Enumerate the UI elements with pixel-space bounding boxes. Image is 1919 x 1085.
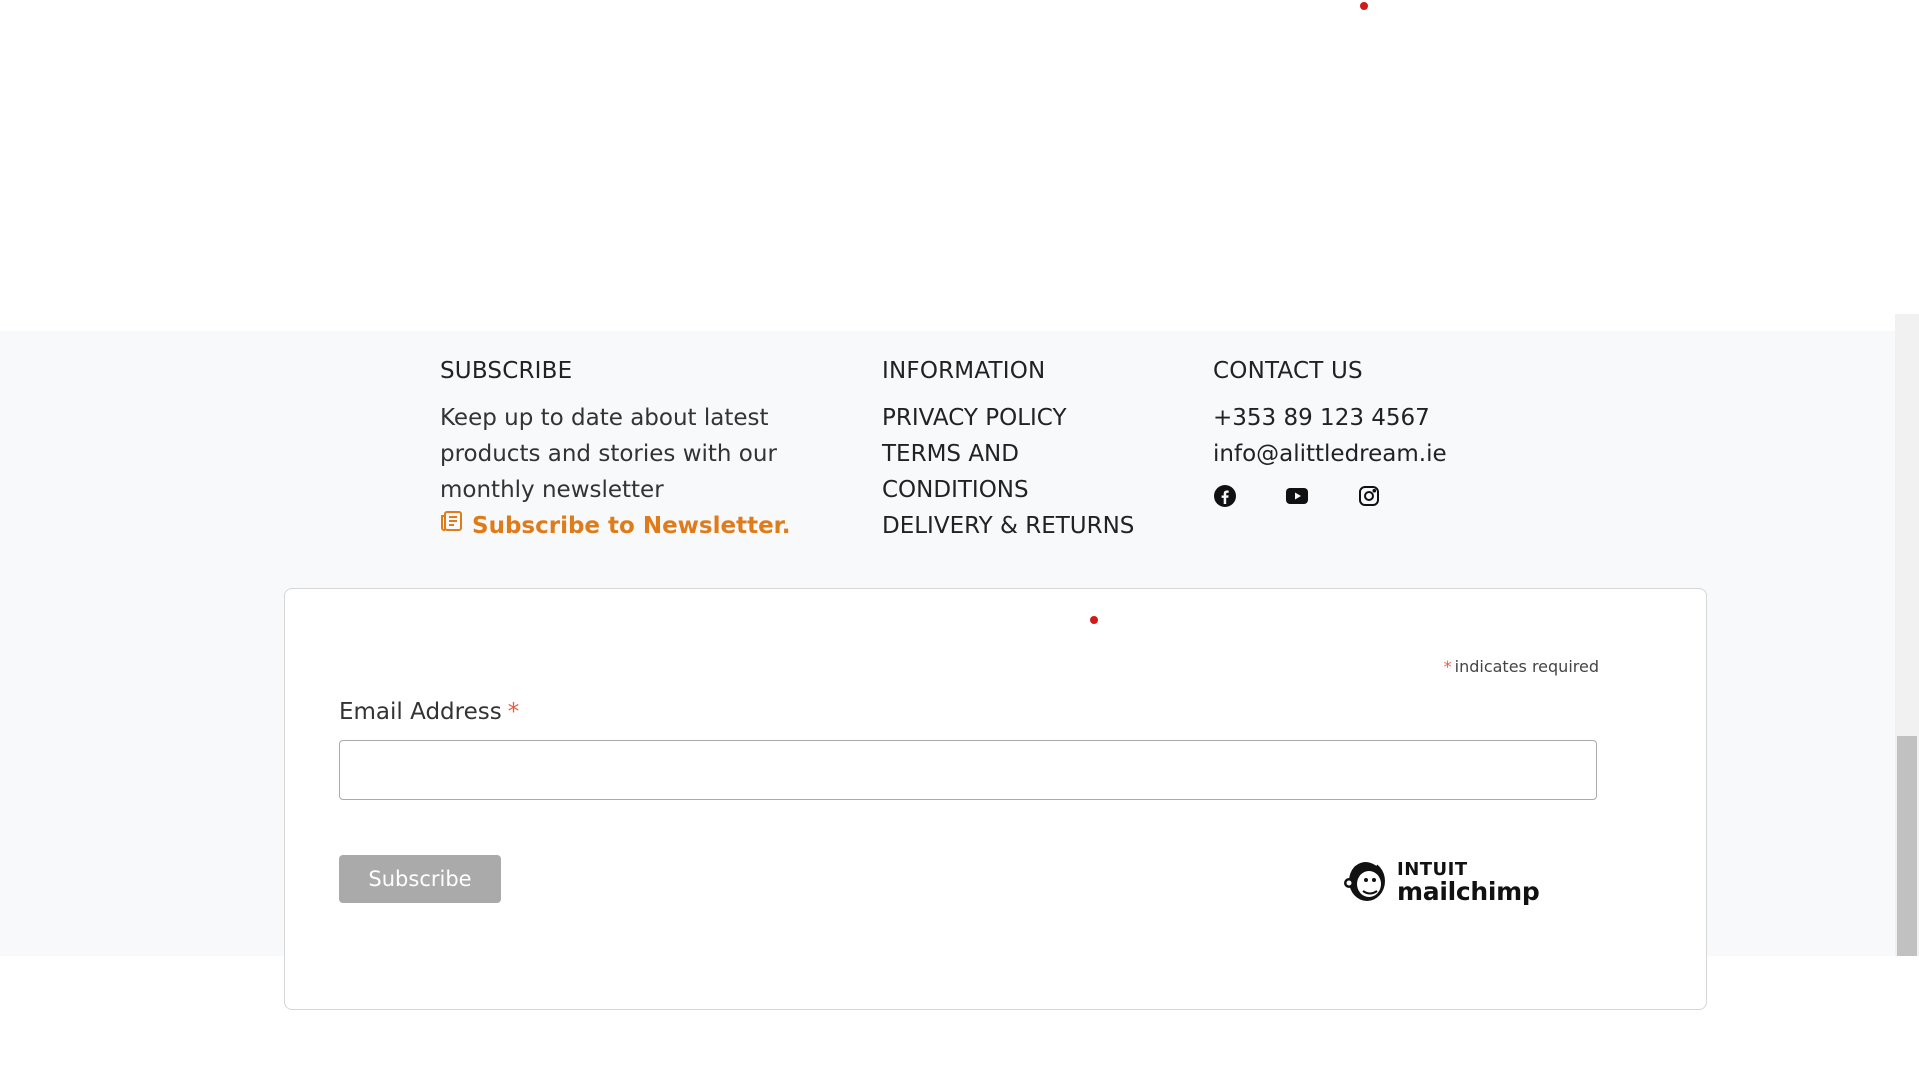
information-heading: INFORMATION <box>882 358 1046 384</box>
newsletter-link-label: Subscribe to Newsletter. <box>472 513 791 539</box>
mailchimp-signup-form: * indicates required Email Address * Subsc… <box>284 588 1707 1010</box>
newspaper-icon <box>440 508 464 544</box>
required-note: * indicates required <box>1444 657 1599 676</box>
instagram-icon[interactable] <box>1357 484 1381 508</box>
terms-and-conditions-link[interactable]: TERMS AND CONDITIONS <box>882 436 1032 508</box>
scrollbar-thumb[interactable] <box>1897 736 1917 956</box>
contact-column: CONTACT US +353 89 123 4567 info@alittle… <box>1213 356 1533 508</box>
contact-heading: CONTACT US <box>1213 358 1363 384</box>
mailchimp-logo[interactable]: INTUIT mailchimp <box>1343 855 1540 909</box>
contact-email[interactable]: info@alittledream.ie <box>1213 436 1533 472</box>
red-dot-marker <box>1090 616 1098 624</box>
subscribe-column: SUBSCRIBE Keep up to date about latest p… <box>440 356 820 544</box>
email-input[interactable] <box>339 740 1597 800</box>
contact-phone[interactable]: +353 89 123 4567 <box>1213 400 1533 436</box>
required-asterisk: * <box>1443 657 1452 676</box>
mailchimp-freddie-icon <box>1343 855 1389 909</box>
information-column: INFORMATION PRIVACY POLICY TERMS AND CON… <box>882 356 1182 544</box>
page: SUBSCRIBE Keep up to date about latest p… <box>0 0 1919 1085</box>
intuit-wordmark: INTUIT <box>1397 858 1468 880</box>
required-asterisk: * <box>507 699 520 725</box>
email-label-text: Email Address <box>339 699 502 725</box>
social-links <box>1213 484 1533 508</box>
mailchimp-wordmark: mailchimp <box>1397 876 1540 906</box>
subscribe-button[interactable]: Subscribe <box>339 855 501 903</box>
facebook-icon[interactable] <box>1213 484 1237 508</box>
information-links: PRIVACY POLICY TERMS AND CONDITIONS DELI… <box>882 400 1182 544</box>
youtube-icon[interactable] <box>1285 484 1309 508</box>
subscribe-heading: SUBSCRIBE <box>440 358 573 384</box>
privacy-policy-link[interactable]: PRIVACY POLICY <box>882 400 1182 436</box>
email-label: Email Address * <box>339 699 519 725</box>
subscribe-description: Keep up to date about latest products an… <box>440 405 777 503</box>
subscribe-newsletter-link[interactable]: Subscribe to Newsletter. <box>440 508 820 544</box>
delivery-returns-link[interactable]: DELIVERY & RETURNS <box>882 508 1182 544</box>
red-dot-marker <box>1360 2 1368 10</box>
required-note-text: indicates required <box>1454 657 1599 676</box>
